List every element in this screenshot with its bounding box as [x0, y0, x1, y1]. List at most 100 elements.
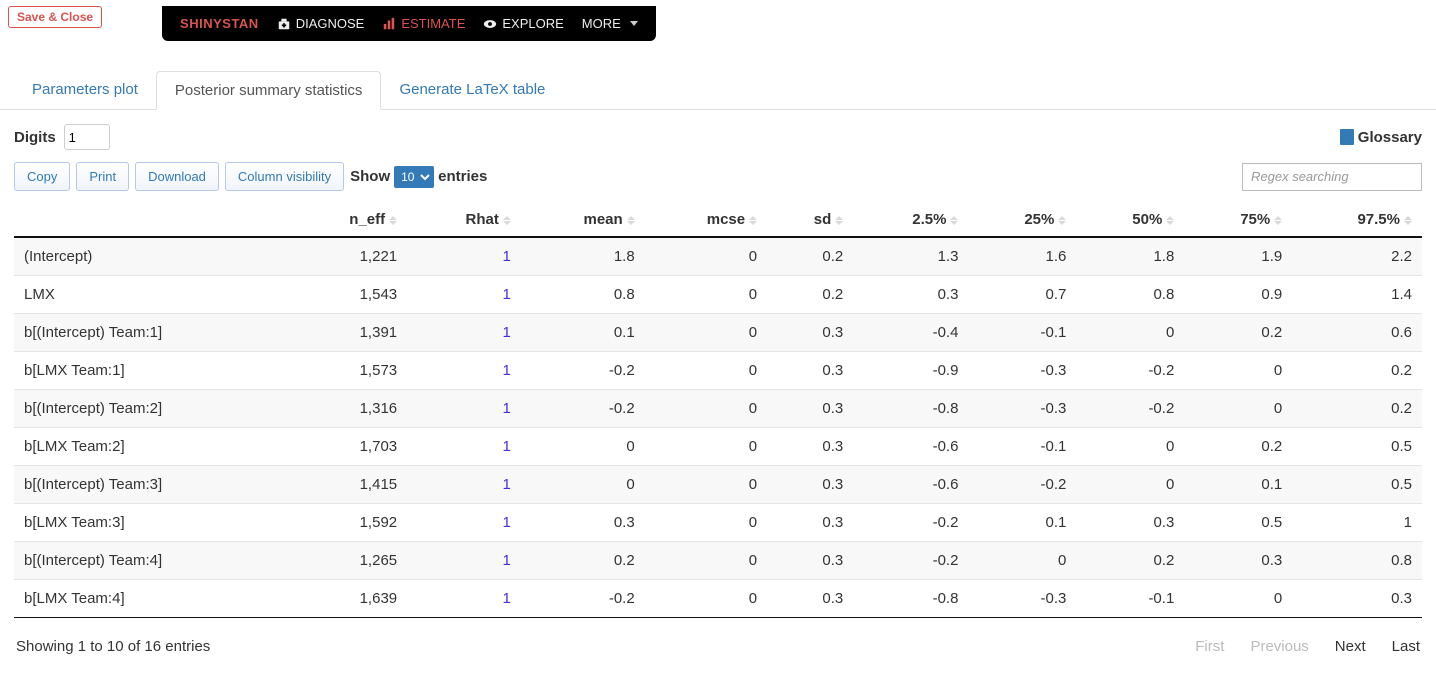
cell-mcse: 0 [645, 276, 767, 314]
cell-mcse: 0 [645, 542, 767, 580]
cell-p25: -0.3 [968, 580, 1076, 618]
book-icon [1340, 129, 1354, 145]
cell-n_eff: 1,391 [289, 314, 407, 352]
cell-p97_5: 1.4 [1292, 276, 1422, 314]
cell-rhat: 1 [407, 390, 521, 428]
cell-p50: 1.8 [1076, 237, 1184, 276]
cell-p97_5: 1 [1292, 504, 1422, 542]
cell-p75: 0.1 [1184, 466, 1292, 504]
glossary-toggle[interactable]: Glossary [1340, 129, 1422, 146]
cell-p97_5: 2.2 [1292, 237, 1422, 276]
cell-mcse: 0 [645, 352, 767, 390]
tab-posterior-summary[interactable]: Posterior summary statistics [156, 71, 382, 110]
entries-select[interactable]: 10 [394, 166, 434, 188]
medkit-icon [277, 17, 291, 31]
table-row: b[LMX Team:3]1,59210.300.3-0.20.10.30.51 [14, 504, 1422, 542]
cell-p2_5: -0.8 [853, 390, 968, 428]
col-header[interactable]: mcse [645, 203, 767, 237]
col-header[interactable]: 2.5% [853, 203, 968, 237]
main-navbar: SHINYSTAN DIAGNOSE ESTIMATE EXPLORE MORE [162, 6, 656, 41]
cell-p50: -0.2 [1076, 390, 1184, 428]
cell-mcse: 0 [645, 390, 767, 428]
sort-icon [1166, 216, 1174, 225]
col-header[interactable]: 97.5% [1292, 203, 1422, 237]
cell-p25: 1.6 [968, 237, 1076, 276]
table-row: b[(Intercept) Team:1]1,39110.100.3-0.4-0… [14, 314, 1422, 352]
cell-p2_5: -0.6 [853, 428, 968, 466]
search-input[interactable] [1242, 163, 1422, 191]
sort-icon [1274, 216, 1282, 225]
page-last[interactable]: Last [1392, 638, 1420, 655]
col-header[interactable]: 75% [1184, 203, 1292, 237]
cell-mean: -0.2 [521, 352, 645, 390]
nav-more[interactable]: MORE [582, 16, 638, 31]
summary-table: n_effRhatmeanmcsesd2.5%25%50%75%97.5% (I… [14, 203, 1422, 618]
table-row: b[(Intercept) Team:4]1,26510.200.3-0.200… [14, 542, 1422, 580]
sort-icon [627, 216, 635, 225]
tab-bar: Parameters plot Posterior summary statis… [0, 71, 1436, 110]
nav-estimate[interactable]: ESTIMATE [382, 16, 465, 31]
cell-p25: -0.2 [968, 466, 1076, 504]
cell-p75: 0.9 [1184, 276, 1292, 314]
cell-sd: 0.3 [767, 466, 853, 504]
nav-estimate-label: ESTIMATE [401, 16, 465, 31]
table-row: b[LMX Team:1]1,5731-0.200.3-0.9-0.3-0.20… [14, 352, 1422, 390]
cell-param: LMX [14, 276, 289, 314]
cell-mcse: 0 [645, 314, 767, 352]
col-header[interactable]: 50% [1076, 203, 1184, 237]
col-header[interactable]: n_eff [289, 203, 407, 237]
cell-param: b[(Intercept) Team:1] [14, 314, 289, 352]
cell-p75: 0.2 [1184, 428, 1292, 466]
nav-diagnose[interactable]: DIAGNOSE [277, 16, 365, 31]
col-header[interactable]: sd [767, 203, 853, 237]
cell-sd: 0.3 [767, 428, 853, 466]
tab-parameters-plot[interactable]: Parameters plot [14, 71, 156, 109]
cell-p25: -0.1 [968, 314, 1076, 352]
column-visibility-button[interactable]: Column visibility [225, 162, 344, 191]
nav-explore[interactable]: EXPLORE [483, 16, 563, 31]
cell-p75: 0.5 [1184, 504, 1292, 542]
cell-n_eff: 1,316 [289, 390, 407, 428]
page-first[interactable]: First [1195, 638, 1224, 655]
download-button[interactable]: Download [135, 162, 219, 191]
cell-mcse: 0 [645, 428, 767, 466]
cell-mean: 0.2 [521, 542, 645, 580]
cell-mean: 0.1 [521, 314, 645, 352]
save-close-button[interactable]: Save & Close [8, 6, 102, 28]
cell-p50: 0 [1076, 314, 1184, 352]
cell-mean: 0 [521, 428, 645, 466]
cell-mean: 0.3 [521, 504, 645, 542]
cell-param: b[LMX Team:3] [14, 504, 289, 542]
sort-icon [749, 216, 757, 225]
page-previous[interactable]: Previous [1250, 638, 1308, 655]
cell-p50: -0.1 [1076, 580, 1184, 618]
cell-rhat: 1 [407, 428, 521, 466]
col-header[interactable]: mean [521, 203, 645, 237]
col-header[interactable] [14, 203, 289, 237]
cell-p25: -0.3 [968, 352, 1076, 390]
tab-generate-latex[interactable]: Generate LaTeX table [381, 71, 563, 109]
copy-button[interactable]: Copy [14, 162, 70, 191]
col-header[interactable]: 25% [968, 203, 1076, 237]
cell-sd: 0.3 [767, 504, 853, 542]
entries-suffix: entries [438, 168, 487, 185]
table-row: b[(Intercept) Team:3]1,4151000.3-0.6-0.2… [14, 466, 1422, 504]
glossary-label: Glossary [1358, 129, 1422, 146]
cell-p75: 0 [1184, 390, 1292, 428]
nav-more-label: MORE [582, 16, 621, 31]
cell-p2_5: 1.3 [853, 237, 968, 276]
print-button[interactable]: Print [76, 162, 129, 191]
cell-p2_5: -0.4 [853, 314, 968, 352]
col-header[interactable]: Rhat [407, 203, 521, 237]
page-next[interactable]: Next [1335, 638, 1366, 655]
cell-rhat: 1 [407, 504, 521, 542]
cell-n_eff: 1,592 [289, 504, 407, 542]
cell-p97_5: 0.2 [1292, 390, 1422, 428]
cell-mcse: 0 [645, 466, 767, 504]
nav-explore-label: EXPLORE [502, 16, 563, 31]
cell-p25: 0 [968, 542, 1076, 580]
digits-input[interactable] [64, 124, 110, 150]
cell-p97_5: 0.5 [1292, 466, 1422, 504]
cell-p25: -0.1 [968, 428, 1076, 466]
cell-sd: 0.2 [767, 237, 853, 276]
